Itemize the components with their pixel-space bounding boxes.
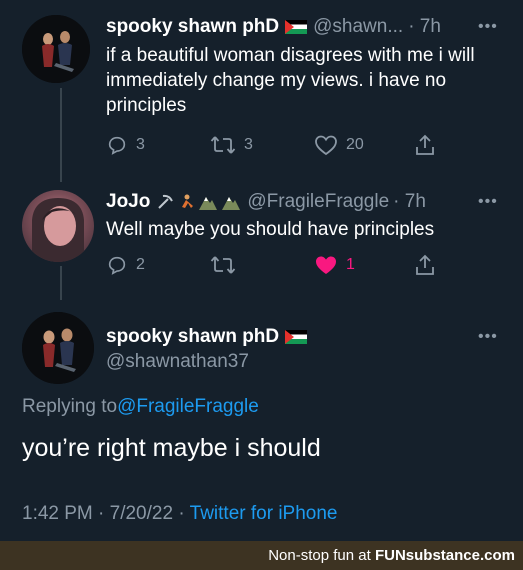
avatar-shawn[interactable] (22, 15, 90, 83)
more-options-icon[interactable]: ••• (478, 328, 498, 346)
tweet-time[interactable]: · 7h (393, 191, 426, 213)
share-button[interactable] (414, 253, 436, 277)
replying-to-link[interactable]: @FragileFraggle (117, 396, 259, 418)
avatar-image (22, 312, 94, 384)
main-tweet-text: you’re right maybe i should (22, 434, 321, 462)
replying-to: Replying to @FragileFraggle (22, 396, 259, 418)
like-count: 20 (346, 136, 364, 153)
tweet-time[interactable]: · 7h (408, 16, 441, 38)
tweet-actions: 3 3 20 (106, 133, 436, 157)
palestine-flag-icon (285, 330, 308, 344)
retweet-button[interactable] (210, 254, 314, 276)
like-button[interactable]: 20 (314, 134, 414, 156)
retweet-button[interactable]: 3 (210, 134, 314, 156)
handle-row: @shawnathan37 (106, 351, 249, 373)
watermark-prefix: Non-stop fun at (268, 547, 375, 564)
watermark-text: Non-stop fun at FUNsubstance.com (268, 547, 515, 564)
like-button[interactable]: 1 (314, 254, 414, 276)
pickaxe-icon (158, 194, 174, 209)
reply-icon (108, 136, 126, 155)
mountain-icon (222, 197, 241, 210)
retweet-icon (210, 136, 236, 154)
like-count: 1 (346, 256, 355, 273)
avatar-shawn[interactable] (22, 312, 94, 384)
watermark-brand: FUNsubstance.com (374, 547, 515, 564)
reply-count: 3 (136, 136, 145, 153)
tweet-text: Well maybe you should have principles (106, 219, 435, 240)
climber-icon (182, 194, 194, 208)
more-options-icon[interactable]: ••• (478, 193, 498, 211)
heart-icon (315, 135, 337, 156)
avatar-image (32, 198, 84, 262)
reply-icon (108, 256, 126, 275)
tweet-actions: 2 1 (106, 253, 436, 277)
share-icon (416, 134, 434, 155)
replying-to-label: Replying to (22, 396, 118, 417)
display-name[interactable]: spooky shawn phD (106, 326, 279, 348)
avatar-image (22, 15, 90, 83)
palestine-flag-icon (285, 20, 308, 34)
reply-button[interactable]: 2 (106, 254, 210, 276)
watermark-bar: Non-stop fun at FUNsubstance.com (0, 541, 523, 570)
retweet-icon (210, 256, 236, 274)
more-options-icon[interactable]: ••• (478, 18, 498, 36)
tweet-text: if a beautiful woman disagrees with me i… (106, 45, 475, 116)
reply-button[interactable]: 3 (106, 134, 210, 156)
tweet-timestamp[interactable]: 1:42 PM · 7/20/22 · (22, 503, 185, 525)
user-handle[interactable]: @FragileFraggle (247, 191, 389, 213)
display-name[interactable]: spooky shawn phD (106, 16, 279, 38)
thread-line (60, 88, 62, 182)
retweet-count: 3 (244, 136, 253, 153)
tweet-header: JoJo @FragileFraggle · 7h (106, 191, 426, 213)
tweet-header: spooky shawn phD @shawn... · 7h (106, 16, 441, 38)
user-handle[interactable]: @shawn... (313, 16, 403, 38)
tweet-metadata: 1:42 PM · 7/20/22 · Twitter for iPhone (22, 503, 338, 525)
share-button[interactable] (414, 133, 436, 157)
tweet-header: spooky shawn phD (106, 326, 313, 348)
heart-filled-icon (316, 256, 336, 274)
user-handle[interactable]: @shawnathan37 (106, 351, 249, 373)
tweet-source[interactable]: Twitter for iPhone (190, 503, 338, 525)
reply-count: 2 (136, 256, 145, 273)
avatar-jojo[interactable] (22, 190, 94, 262)
thread-line (60, 266, 62, 300)
mountain-icon (199, 197, 218, 210)
display-name[interactable]: JoJo (106, 191, 150, 213)
share-icon (416, 254, 434, 275)
name-emojis (156, 193, 241, 211)
